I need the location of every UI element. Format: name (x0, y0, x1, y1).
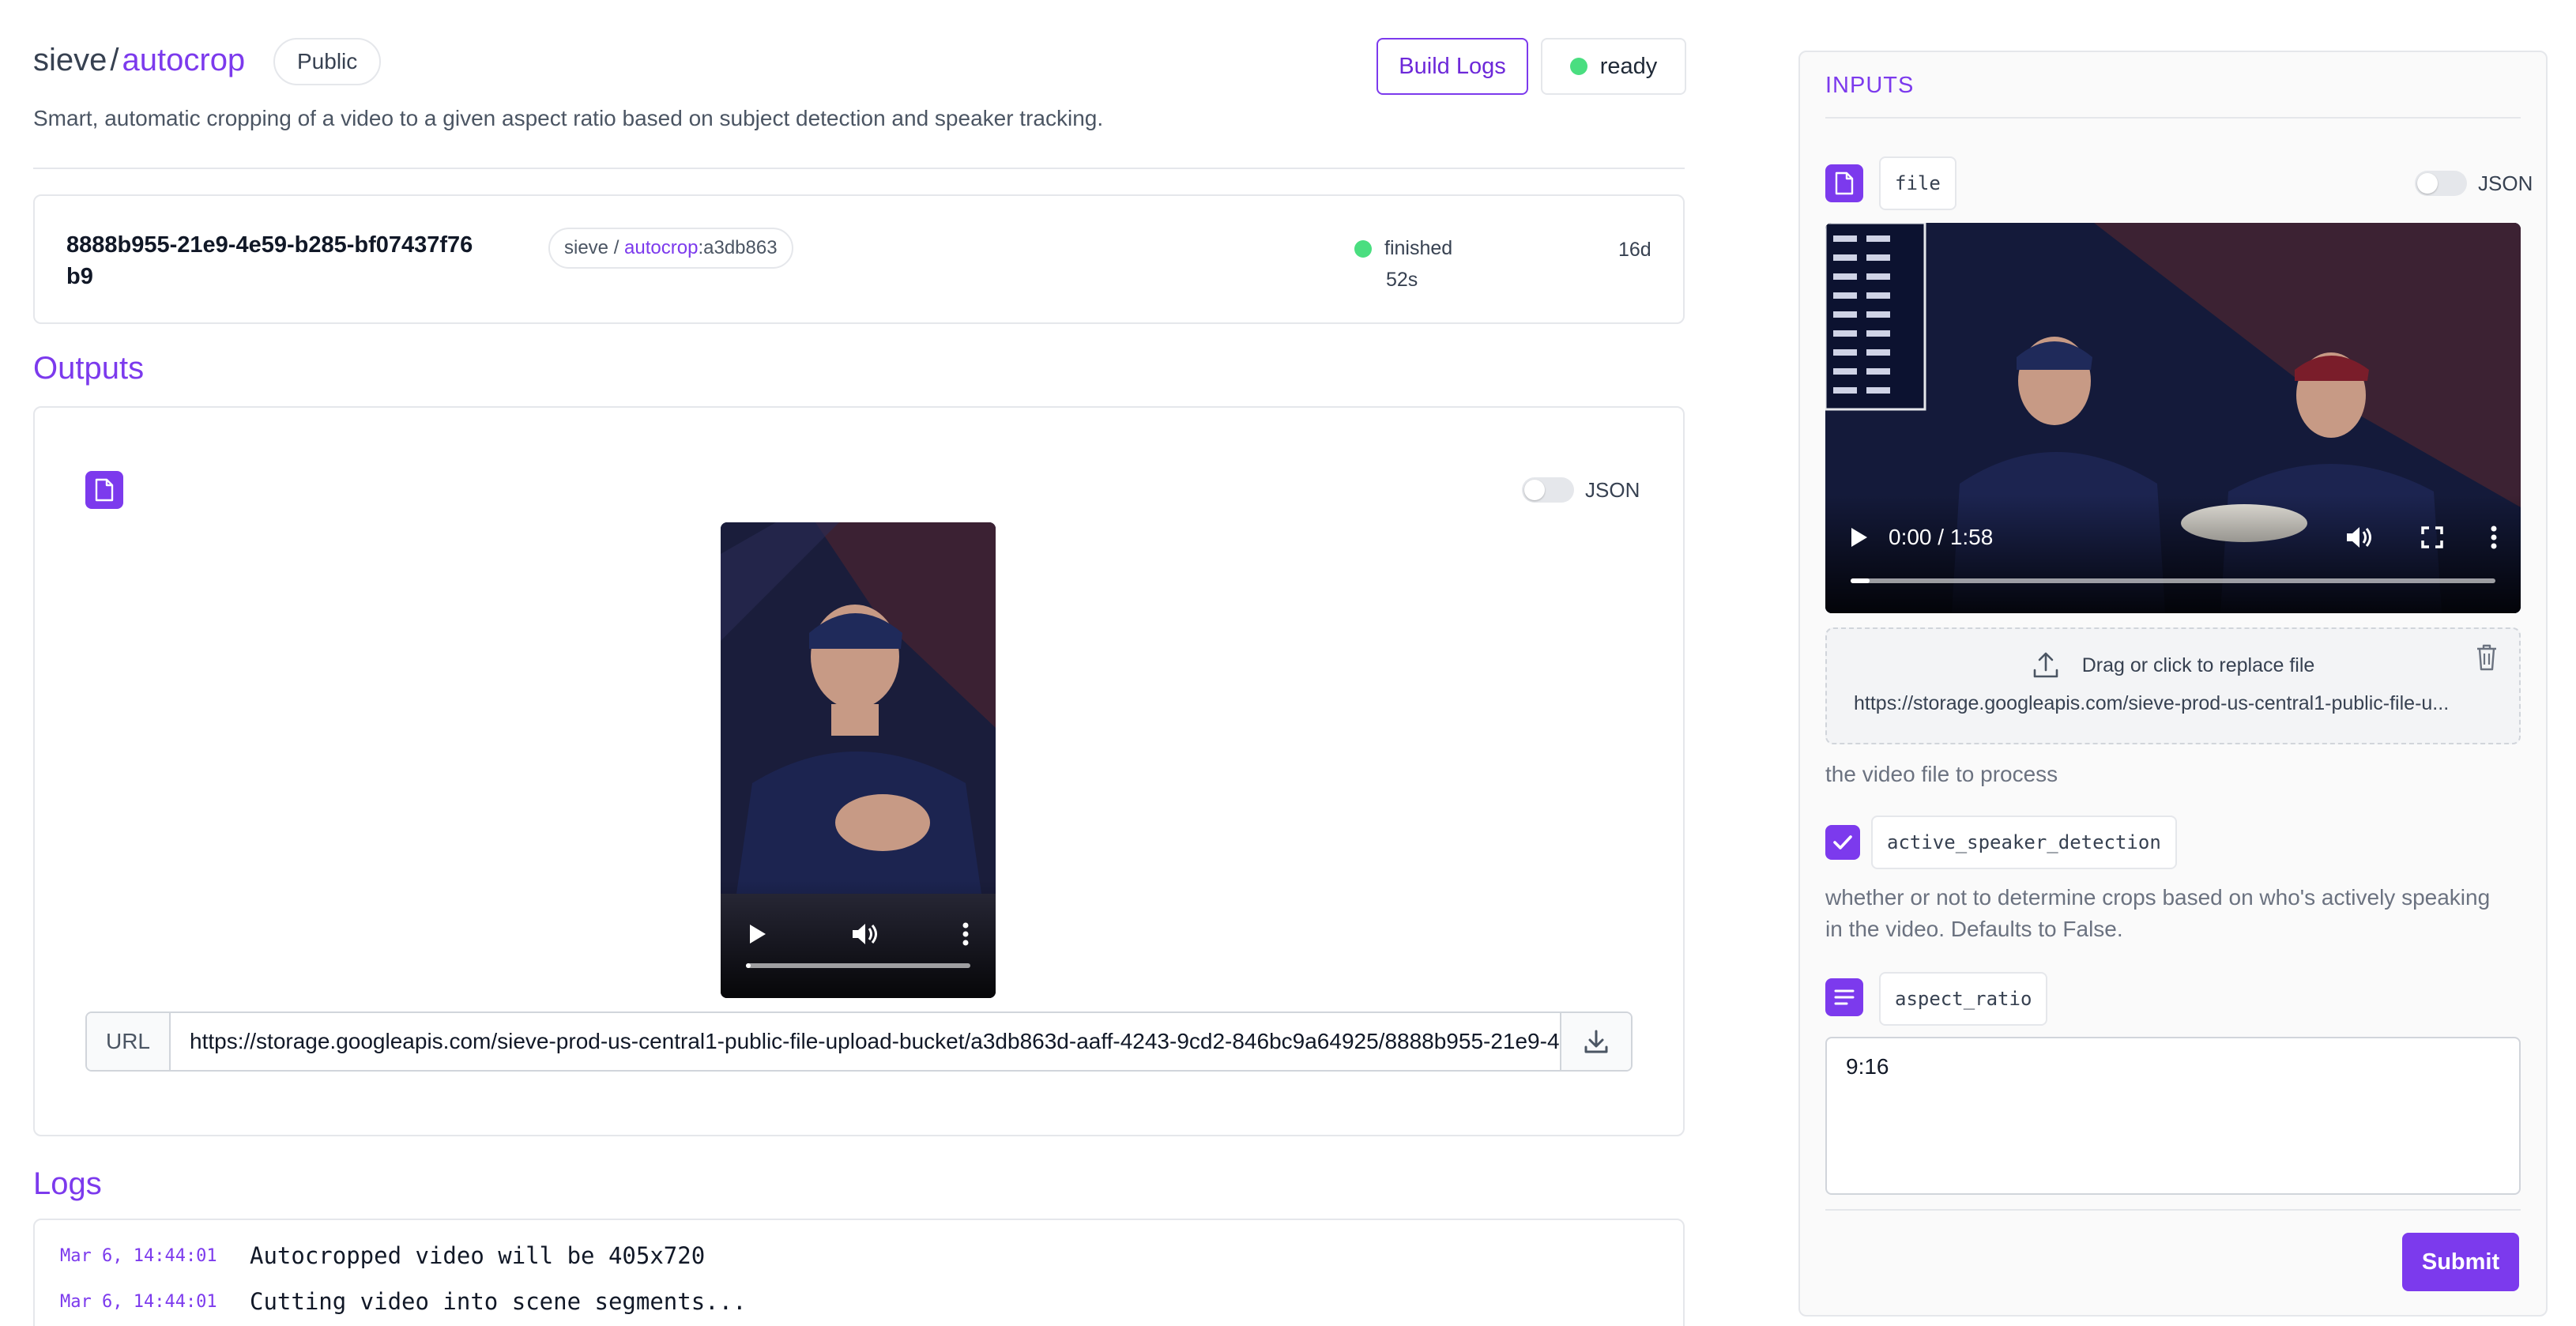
aspect-ratio-input[interactable]: 9:16 (1825, 1037, 2521, 1195)
active-speaker-detection-param-name: active_speaker_detection (1871, 816, 2177, 869)
file-param-icon (1825, 164, 1863, 202)
active-speaker-detection-checkbox[interactable] (1825, 825, 1860, 860)
file-param-description: the video file to process (1825, 762, 2058, 786)
fullscreen-icon[interactable] (2421, 526, 2443, 548)
video-time: 0:00 / 1:58 (1889, 525, 1994, 549)
job-id[interactable]: 8888b955-21e9-4e59-b285-bf07437f76b9 (66, 229, 477, 292)
model-description: Smart, automatic cropping of a video to … (33, 106, 1104, 130)
inputs-divider (1825, 117, 2521, 119)
output-url-row: URL https://storage.googleapis.com/sieve… (85, 1011, 1633, 1072)
aspect-ratio-param-name: aspect_ratio (1879, 972, 2048, 1026)
log-timestamp: Mar 6, 14:44:01 (60, 1245, 217, 1266)
file-drop-zone[interactable]: Drag or click to replace file https://st… (1825, 627, 2521, 744)
job-ref-model: autocrop (624, 237, 699, 258)
input-video-progress-track[interactable] (1851, 578, 2495, 583)
submit-button[interactable]: Submit (2402, 1233, 2519, 1291)
upload-icon (2033, 652, 2058, 678)
title-separator: / (110, 43, 119, 77)
input-video-player[interactable]: 0:00 / 1:58 (1825, 223, 2521, 613)
inputs-footer-divider (1825, 1209, 2521, 1211)
log-message: Cutting video into scene segments... (250, 1288, 747, 1315)
page-title: sieve / autocrop (33, 43, 245, 78)
job-status-dot-icon (1354, 239, 1372, 258)
job-ref-separator: / (608, 237, 625, 258)
visibility-badge: Public (273, 38, 382, 85)
output-video-progress-track[interactable] (746, 963, 970, 968)
drop-zone-label: Drag or click to replace file (2081, 654, 2315, 676)
job-status: finished (1354, 237, 1452, 260)
output-video-progress-fill (746, 963, 751, 968)
model-link[interactable]: autocrop (122, 43, 246, 77)
job-duration: 52s (1386, 269, 1418, 291)
owner-link[interactable]: sieve (33, 43, 107, 77)
model-status-label: ready (1599, 53, 1658, 79)
log-line: Mar 6, 14:44:01 Cutting video into scene… (60, 1288, 747, 1315)
file-param-name: file (1879, 156, 1956, 210)
file-json-toggle[interactable] (2415, 171, 2467, 196)
log-line: Mar 6, 14:44:01 Autocropped video will b… (60, 1242, 705, 1269)
logs-heading: Logs (33, 1166, 102, 1201)
current-file-url: https://storage.googleapis.com/sieve-pro… (1854, 692, 2450, 714)
file-type-icon (85, 471, 123, 509)
input-video-controls: 0:00 / 1:58 (1825, 495, 2521, 613)
header-divider (33, 168, 1685, 169)
outputs-json-toggle-row[interactable]: JSON (1522, 477, 1640, 503)
file-json-toggle-label: JSON (2478, 171, 2533, 195)
outputs-json-toggle-label: JSON (1585, 477, 1640, 502)
volume-icon[interactable] (851, 922, 879, 946)
job-status-label: finished (1384, 237, 1453, 259)
inputs-heading: INPUTS (1825, 73, 1915, 98)
model-status-pill: ready (1541, 38, 1686, 95)
more-options-icon[interactable] (962, 922, 969, 946)
output-video-controls (721, 880, 996, 998)
build-logs-button[interactable]: Build Logs (1377, 38, 1528, 95)
volume-icon[interactable] (2345, 526, 2374, 549)
more-options-icon[interactable] (2491, 526, 2497, 549)
play-icon[interactable] (1849, 526, 1870, 548)
log-timestamp: Mar 6, 14:44:01 (60, 1291, 217, 1312)
download-button[interactable] (1560, 1013, 1631, 1070)
output-url-field[interactable]: https://storage.googleapis.com/sieve-pro… (171, 1013, 1560, 1070)
text-param-icon (1825, 978, 1863, 1016)
status-dot-icon (1569, 58, 1587, 75)
job-ref-owner: sieve (564, 237, 609, 258)
play-icon[interactable] (748, 923, 768, 945)
job-age: 16d (1618, 239, 1651, 261)
download-icon (1584, 1030, 1608, 1053)
checkmark-icon (1833, 835, 1852, 849)
outputs-heading: Outputs (33, 351, 145, 386)
delete-file-icon[interactable] (2475, 643, 2499, 672)
job-version-badge[interactable]: sieve / autocrop:a3db863 (548, 228, 793, 269)
outputs-json-toggle[interactable] (1522, 477, 1574, 503)
input-video-progress-fill (1851, 578, 1870, 583)
output-video-player[interactable] (721, 522, 996, 998)
file-json-toggle-row[interactable]: JSON (2415, 171, 2533, 196)
url-label: URL (87, 1013, 171, 1070)
log-message: Autocropped video will be 405x720 (250, 1242, 706, 1269)
active-speaker-detection-description: whether or not to determine crops based … (1825, 885, 2491, 941)
job-ref-version: :a3db863 (698, 237, 778, 258)
